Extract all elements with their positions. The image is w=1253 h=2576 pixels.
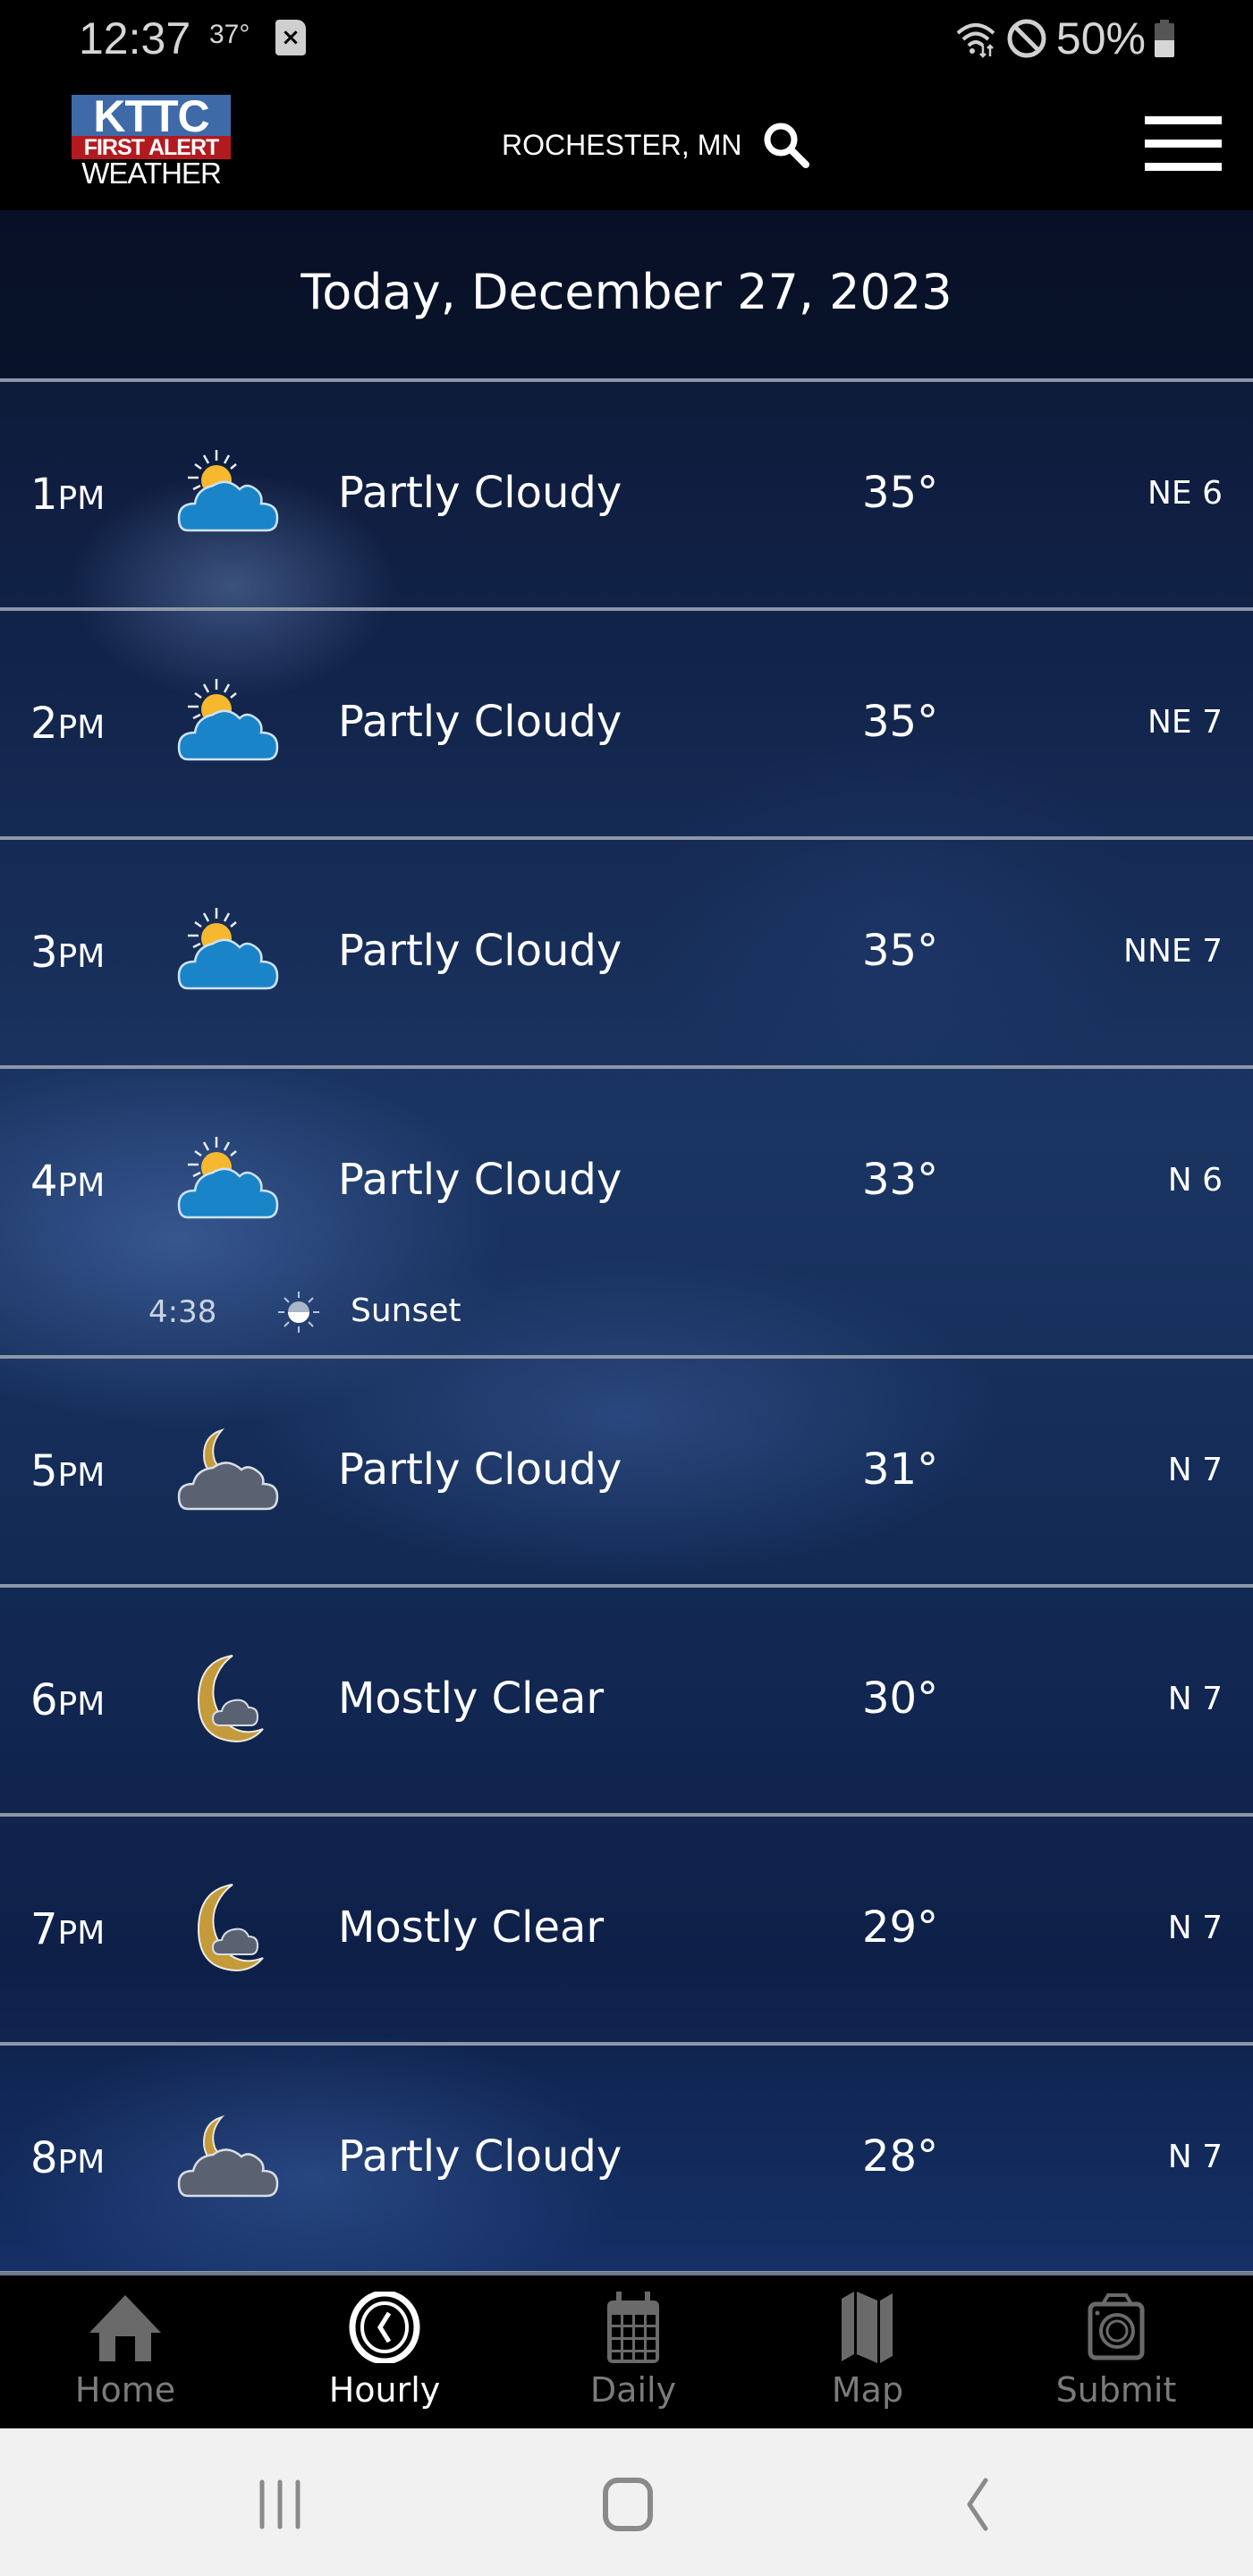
condition-text: Partly Cloudy bbox=[338, 468, 622, 518]
tab-label: Map bbox=[831, 2370, 904, 2410]
battery-percent: 50% bbox=[1055, 13, 1146, 64]
location-selector[interactable]: ROCHESTER, MN bbox=[502, 120, 811, 170]
hour-time: 6PM bbox=[30, 1675, 106, 1725]
camera-icon bbox=[1088, 2293, 1145, 2360]
temperature: 35° bbox=[862, 468, 939, 518]
sim-blocked-icon: × bbox=[275, 20, 306, 55]
condition-text: Partly Cloudy bbox=[338, 1445, 622, 1495]
status-time: 12:37 bbox=[79, 13, 191, 64]
date-heading: Today, December 27, 2023 bbox=[301, 264, 952, 320]
back-icon[interactable] bbox=[948, 2473, 1011, 2536]
tab-label: Home bbox=[74, 2370, 176, 2410]
wind: N 7 bbox=[1167, 1452, 1223, 1488]
date-band: Today, December 27, 2023 bbox=[0, 210, 1253, 380]
hourly-forecast[interactable]: Today, December 27, 2023 1PM Partly Clou… bbox=[0, 210, 1253, 2272]
tab-daily[interactable]: Daily bbox=[553, 2292, 714, 2426]
sunset-label: Sunset bbox=[351, 1292, 461, 1329]
wind: NE 7 bbox=[1147, 704, 1223, 741]
home-nav-icon[interactable] bbox=[597, 2473, 659, 2536]
status-bar: 12:37 37° × 50% bbox=[0, 0, 1253, 86]
hourly-row[interactable]: 7PM Mostly Clear 29° N 7 bbox=[0, 1815, 1253, 2040]
hour-time: 1PM bbox=[30, 470, 106, 520]
home-icon bbox=[89, 2295, 161, 2361]
hourly-row[interactable]: 3PM Partly Cloudy 35° NNE 7 bbox=[0, 838, 1253, 1063]
hourly-row[interactable]: 1PM Partly Cloudy 35° NE 6 bbox=[0, 380, 1253, 606]
hour-time: 5PM bbox=[30, 1446, 106, 1496]
temperature: 28° bbox=[862, 2131, 939, 2182]
sunset-row: 4:38 Sunset bbox=[0, 1285, 1253, 1339]
hour-time: 7PM bbox=[30, 1904, 106, 1954]
wifi-icon bbox=[956, 23, 995, 58]
partly-cloudy-day-icon bbox=[177, 448, 281, 538]
hour-time: 3PM bbox=[30, 928, 106, 978]
tab-map[interactable]: Map bbox=[787, 2292, 948, 2426]
mostly-clear-night-icon bbox=[177, 1883, 281, 1972]
partly-cloudy-day-icon bbox=[177, 906, 281, 996]
condition-text: Mostly Clear bbox=[338, 1674, 605, 1724]
temperature: 30° bbox=[862, 1674, 939, 1724]
hourly-row[interactable]: 5PM Partly Cloudy 31° N 7 bbox=[0, 1357, 1253, 1582]
wind: NNE 7 bbox=[1123, 933, 1223, 970]
wind: N 7 bbox=[1167, 2139, 1223, 2175]
clock-icon bbox=[349, 2292, 420, 2363]
logo-kttc: KTTC bbox=[72, 94, 231, 139]
partly-cloudy-night-icon bbox=[177, 2112, 281, 2201]
sunset-time: 4:38 bbox=[148, 1294, 217, 1330]
kttc-logo[interactable]: KTTC FIRST ALERT WEATHER bbox=[72, 94, 231, 190]
status-temperature: 37° bbox=[209, 20, 250, 49]
search-icon[interactable] bbox=[761, 120, 811, 170]
condition-text: Partly Cloudy bbox=[338, 2131, 622, 2182]
temperature: 29° bbox=[862, 1902, 939, 1953]
hour-time: 4PM bbox=[30, 1157, 106, 1207]
status-right: 50% bbox=[954, 13, 1174, 64]
calendar-icon bbox=[607, 2292, 659, 2363]
tab-home[interactable]: Home bbox=[45, 2292, 206, 2426]
temperature: 35° bbox=[862, 926, 939, 976]
tab-hourly[interactable]: Hourly bbox=[304, 2292, 465, 2426]
partly-cloudy-night-icon bbox=[177, 1425, 281, 1514]
partly-cloudy-day-icon bbox=[177, 677, 281, 767]
hourly-row[interactable]: 6PM Mostly Clear 30° N 7 bbox=[0, 1586, 1253, 1811]
battery-icon bbox=[1155, 20, 1174, 57]
location-name: ROCHESTER, MN bbox=[502, 128, 742, 161]
hamburger-menu-icon[interactable] bbox=[1145, 116, 1222, 172]
bottom-tab-bar: Home Hourly Daily Map Submit bbox=[0, 2272, 1253, 2428]
hour-time: 8PM bbox=[30, 2133, 106, 2183]
temperature: 33° bbox=[862, 1155, 939, 1205]
condition-text: Mostly Clear bbox=[338, 1902, 605, 1953]
hourly-row[interactable]: 8PM Partly Cloudy 28° N 7 bbox=[0, 2044, 1253, 2269]
condition-text: Partly Cloudy bbox=[338, 697, 622, 747]
wind: N 7 bbox=[1167, 1910, 1223, 1946]
tab-label: Submit bbox=[1055, 2370, 1177, 2410]
temperature: 35° bbox=[862, 697, 939, 747]
condition-text: Partly Cloudy bbox=[338, 1155, 622, 1205]
map-icon bbox=[842, 2292, 893, 2363]
system-navigation-bar bbox=[0, 2428, 1253, 2576]
tab-submit[interactable]: Submit bbox=[1036, 2292, 1197, 2426]
hourly-row[interactable]: 4PM Partly Cloudy 33° N 6 bbox=[0, 1067, 1253, 1292]
app-header: KTTC FIRST ALERT WEATHER ROCHESTER, MN bbox=[0, 86, 1253, 210]
partly-cloudy-day-icon bbox=[177, 1135, 281, 1224]
hour-time: 2PM bbox=[30, 699, 106, 749]
tab-label: Hourly bbox=[328, 2370, 441, 2410]
recent-apps-icon[interactable] bbox=[249, 2473, 311, 2536]
do-not-disturb-icon bbox=[1007, 19, 1046, 58]
wind: NE 6 bbox=[1147, 475, 1223, 512]
logo-weather: WEATHER bbox=[81, 157, 222, 190]
sunset-icon bbox=[277, 1291, 320, 1334]
hourly-row[interactable]: 2PM Partly Cloudy 35° NE 7 bbox=[0, 609, 1253, 835]
condition-text: Partly Cloudy bbox=[338, 926, 622, 976]
tab-label: Daily bbox=[589, 2370, 677, 2410]
wind: N 6 bbox=[1167, 1162, 1223, 1199]
wind: N 7 bbox=[1167, 1681, 1223, 1717]
temperature: 31° bbox=[862, 1445, 939, 1495]
mostly-clear-night-icon bbox=[177, 1654, 281, 1743]
